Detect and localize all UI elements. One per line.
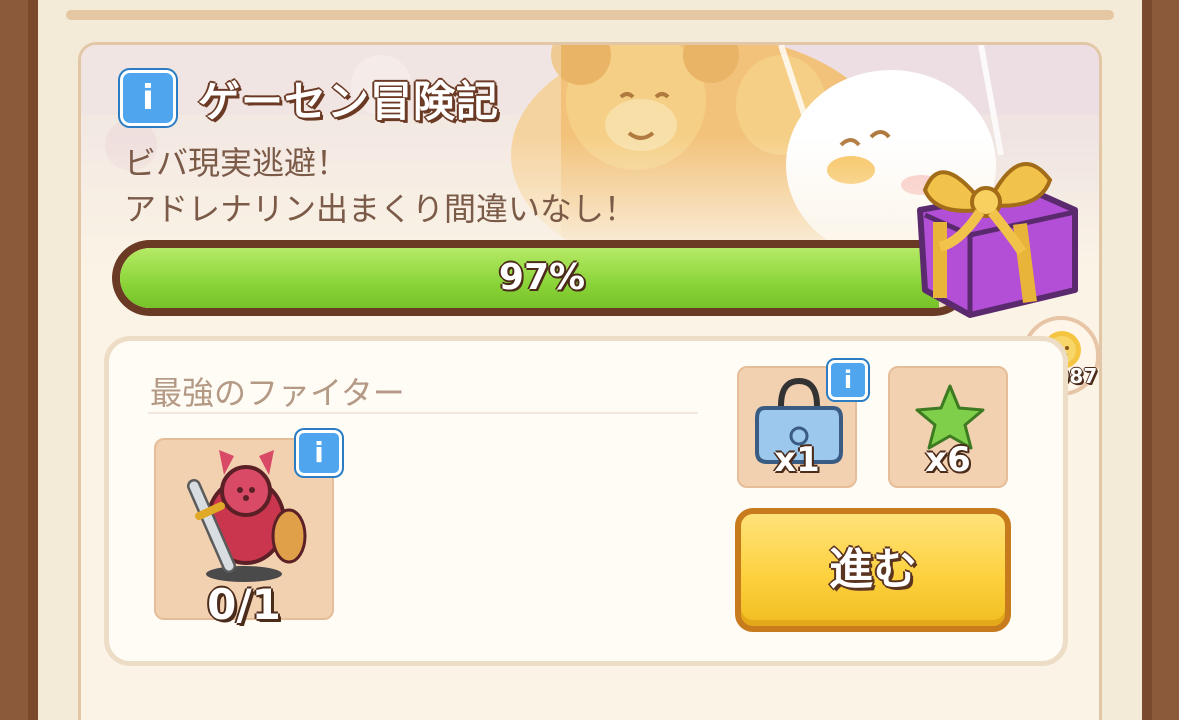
event-description-line-2: アドレナリン出まくり間違いなし！ [124,190,637,228]
event-title: ゲーセン冒険記 [197,76,500,127]
reward-bag-count: x1 [774,440,820,480]
progress-percent-label: 97% [498,257,586,298]
reward-star-count: x6 [925,440,971,480]
required-item-info-icon[interactable]: i [296,430,342,476]
top-divider [66,10,1114,20]
gift-box-icon[interactable] [900,140,1090,330]
reward-bag-info-icon[interactable]: i [828,360,868,400]
required-item-count: 0/1 [207,580,281,629]
event-description-line-1: ビバ現実逃避！ [124,144,349,182]
task-title-underline [148,412,698,414]
event-info-icon[interactable]: i [120,70,176,126]
task-title: 最強のファイター [150,374,405,412]
progress-bar-inner: 97% [120,248,964,308]
proceed-button-label: 進む [829,544,917,595]
proceed-button[interactable]: 進む [735,508,1011,632]
red-knight-figure-icon [187,450,307,582]
progress-bar: 97% [112,240,972,316]
